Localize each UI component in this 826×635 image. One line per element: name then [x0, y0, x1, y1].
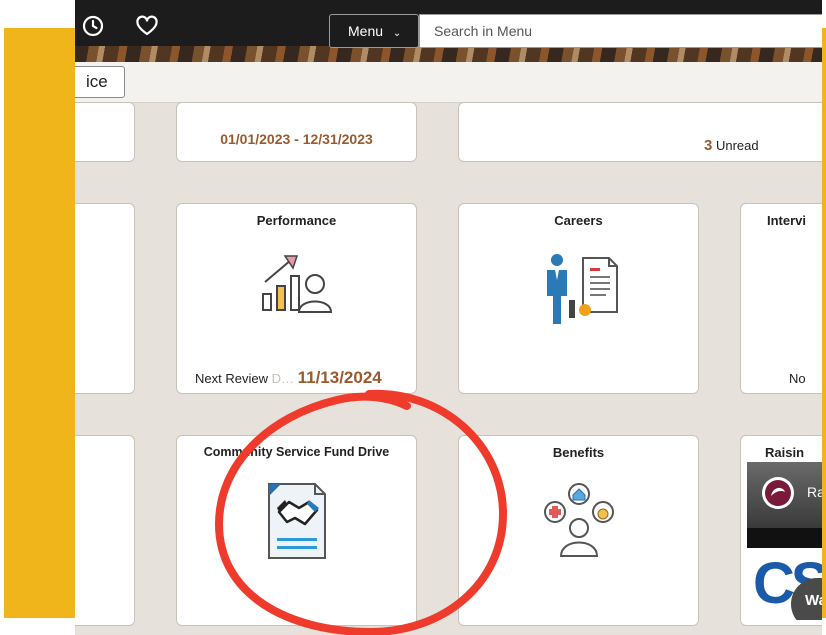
date-range-text: 01/01/2023 - 12/31/2023 — [220, 131, 373, 147]
tile-notifications[interactable]: 3 Unread — [458, 102, 822, 162]
search-input[interactable]: Search in Menu — [419, 14, 822, 48]
app-window: Menu ⌄ Search in Menu ice 01/01/2023 - 1… — [75, 0, 822, 635]
frame-right-border — [822, 28, 826, 618]
homepage-select-value: ice — [86, 72, 108, 91]
tile-time-period[interactable]: 01/01/2023 - 12/31/2023 — [176, 102, 417, 162]
watch-button-label: Wa — [805, 592, 822, 609]
next-review-date: 11/13/2024 — [297, 368, 382, 387]
tile-raising[interactable]: Raisin Ra CS Wa — [740, 435, 822, 626]
tile-performance[interactable]: Performance Next Review D… 11/13/2024 — [176, 203, 417, 394]
tile-careers[interactable]: Careers — [458, 203, 699, 394]
next-review-label-partial: D — [271, 371, 281, 386]
annotation-red-circle — [214, 389, 508, 635]
unread-label: Unread — [712, 138, 759, 153]
chevron-down-icon: ⌄ — [392, 28, 402, 39]
organization-logo-icon — [762, 477, 794, 509]
page-subheader — [75, 62, 822, 103]
tile-partial-left-row2[interactable] — [75, 203, 135, 394]
tile-title: Careers — [554, 213, 603, 228]
homepage-select[interactable]: ice — [75, 66, 125, 117]
favorites-heart-icon[interactable] — [135, 14, 159, 38]
search-placeholder: Search in Menu — [434, 23, 533, 39]
tile-title: Raisin — [765, 445, 805, 460]
interviews-footer-text: No — [789, 371, 806, 386]
careers-person-document-icon — [547, 254, 618, 324]
tile-title: Intervi — [767, 213, 807, 228]
tile-title: Performance — [256, 213, 337, 228]
benefits-person-icon — [544, 483, 614, 557]
menu-button[interactable]: Menu ⌄ — [329, 14, 419, 48]
frame-left-border — [4, 28, 76, 618]
tile-partial-left-row1[interactable] — [75, 102, 135, 162]
video-player[interactable]: Ra CS Wa — [747, 462, 822, 620]
next-review-label: Next Review — [195, 371, 272, 386]
next-review-text: Next Review D… 11/13/2024 — [195, 368, 382, 387]
tile-partial-left-row3[interactable] — [75, 435, 135, 626]
unread-count-text: 3 Unread — [704, 137, 759, 154]
performance-chart-icon — [262, 255, 333, 313]
recent-history-icon[interactable] — [81, 14, 105, 38]
video-title-text: Ra — [807, 484, 822, 500]
tile-interviews[interactable]: Intervi No — [740, 203, 822, 394]
menu-button-label: Menu — [348, 23, 384, 39]
